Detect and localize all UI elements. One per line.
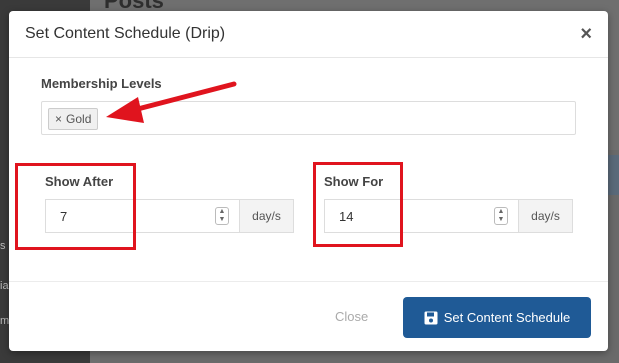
close-button[interactable]: Close [335, 309, 368, 324]
footer-divider [9, 281, 608, 282]
tag-label: Gold [66, 112, 92, 126]
save-icon [424, 311, 438, 324]
tag-remove-icon[interactable]: × [55, 112, 62, 126]
set-content-schedule-label: Set Content Schedule [443, 310, 571, 325]
set-content-schedule-button[interactable]: Set Content Schedule [403, 297, 591, 338]
annotation-box-show-for [313, 162, 403, 247]
modal-header: Set Content Schedule (Drip) × [9, 11, 608, 58]
annotation-box-show-after [15, 163, 136, 250]
show-for-unit: day/s [518, 199, 573, 233]
background-sidebar-text: ia [0, 280, 9, 292]
modal-title: Set Content Schedule (Drip) [25, 25, 226, 42]
background-sidebar-text: s [0, 240, 6, 252]
close-icon[interactable]: × [580, 24, 592, 44]
background-sidebar-text: m [0, 315, 10, 327]
membership-tag-gold: × Gold [48, 108, 99, 130]
number-spinner-icon[interactable]: ▲ ▼ [494, 207, 508, 225]
number-spinner-icon[interactable]: ▲ ▼ [215, 207, 229, 225]
annotation-arrow-icon [106, 81, 237, 123]
show-after-unit: day/s [239, 199, 294, 233]
